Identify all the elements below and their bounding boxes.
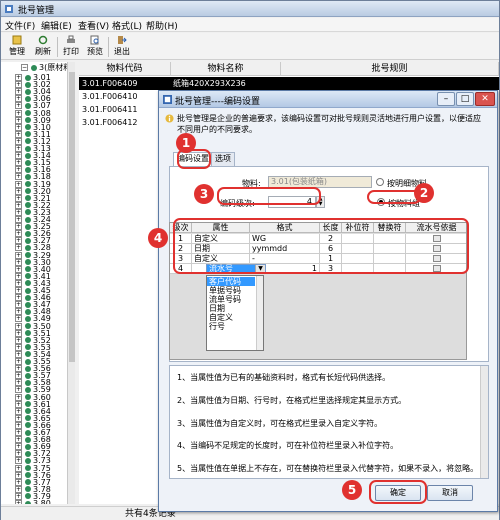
annotation-highlight bbox=[367, 190, 421, 204]
dialog-icon bbox=[163, 95, 172, 104]
collapse-icon[interactable]: − bbox=[21, 64, 28, 71]
dropdown-option[interactable]: 流单号码 bbox=[209, 295, 241, 304]
dropdown-option[interactable]: 单据号码 bbox=[209, 286, 241, 295]
row-code: 3.01.F006411 bbox=[82, 105, 138, 114]
tree-node[interactable]: +3.80 bbox=[15, 499, 51, 504]
attribute-dropdown-list[interactable]: 客户代码 单据号码 流单号码 日期 自定义 行号 bbox=[206, 275, 264, 351]
folder-icon bbox=[31, 64, 37, 71]
row-code: 3.01.F006410 bbox=[82, 92, 138, 101]
exit-icon bbox=[118, 36, 127, 44]
row-name: 纸箱420X293X236 bbox=[173, 79, 246, 88]
info-icon bbox=[165, 114, 174, 123]
note-line: 4、当编码不足规定的长度时，可在补位符栏里录入补位字符。 bbox=[177, 441, 399, 450]
expand-icon[interactable]: + bbox=[15, 500, 22, 504]
col-header-rule[interactable]: 批号规则 bbox=[281, 62, 499, 76]
toolbar-separator bbox=[108, 37, 109, 57]
print-label: 打印 bbox=[63, 47, 79, 56]
manage-button[interactable]: 管理 bbox=[5, 35, 29, 59]
dialog-title: 批号管理----编码设置 bbox=[175, 97, 260, 107]
maximize-button[interactable]: □ bbox=[456, 92, 474, 106]
tree-scroll-thumb[interactable] bbox=[69, 72, 75, 362]
encoding-settings-dialog: 批号管理----编码设置 – □ ✕ 批号管理是企业的普遍要求，该编码设置可对批… bbox=[158, 90, 498, 512]
refresh-icon bbox=[38, 35, 48, 45]
annotation-badge: 4 bbox=[148, 228, 168, 248]
annotation-highlight bbox=[173, 218, 469, 274]
dropdown-option[interactable]: 日期 bbox=[209, 304, 225, 313]
title-bar: 批号管理 bbox=[1, 1, 499, 17]
row-code: 3.01.F006412 bbox=[82, 118, 138, 127]
tree-node-label: 3.80 bbox=[33, 499, 51, 504]
annotation-highlight bbox=[369, 480, 427, 504]
row-code: 3.01.F006409 bbox=[82, 79, 138, 88]
menu-view[interactable]: 查看(V) bbox=[78, 19, 109, 32]
toolbar: 管理 刷新 打印 预览 退出 bbox=[1, 33, 499, 60]
note-line: 3、当属性值为自定义时，可在格式栏里录入自定义字符。 bbox=[177, 419, 383, 428]
tree-scrollbar[interactable] bbox=[67, 62, 75, 504]
radio-by-detail[interactable] bbox=[376, 178, 384, 186]
window-title: 批号管理 bbox=[18, 6, 55, 16]
close-button[interactable]: ✕ bbox=[475, 92, 495, 106]
exit-label: 退出 bbox=[114, 47, 130, 56]
preview-icon bbox=[90, 35, 99, 45]
app-icon bbox=[5, 5, 13, 13]
preview-button[interactable]: 预览 bbox=[83, 35, 107, 59]
tab-options[interactable]: 选项 bbox=[211, 152, 235, 166]
notes-scrollbar[interactable] bbox=[480, 366, 488, 478]
annotation-highlight bbox=[217, 187, 321, 205]
note-line: 2、当属性值为日期、行号时，在格式栏里选择规定其显示方式。 bbox=[177, 396, 407, 405]
dropdown-option[interactable]: 客户代码 bbox=[207, 277, 255, 286]
manage-label: 管理 bbox=[9, 47, 25, 56]
toolbar-separator bbox=[57, 37, 58, 57]
cancel-button[interactable]: 取消 bbox=[427, 485, 473, 501]
note-line: 1、当属性值为已有的基础资料时，格式有长短代码供选择。 bbox=[177, 373, 391, 382]
manage-icon bbox=[12, 35, 22, 45]
print-icon bbox=[67, 35, 75, 43]
annotation-badge: 3 bbox=[194, 184, 214, 204]
folder-icon bbox=[25, 500, 31, 504]
minimize-button[interactable]: – bbox=[437, 92, 455, 106]
table-row[interactable]: 3.01.F006409 纸箱420X293X236 bbox=[79, 77, 499, 90]
menu-bar: 文件(F) 编辑(E) 查看(V) 格式(L) 帮助(H) bbox=[1, 18, 499, 32]
dialog-title-bar[interactable]: 批号管理----编码设置 – □ ✕ bbox=[159, 91, 497, 108]
annotation-badge: 5 bbox=[342, 480, 362, 500]
annotation-badge: 1 bbox=[176, 133, 196, 153]
dropdown-option[interactable]: 自定义 bbox=[209, 313, 233, 322]
refresh-button[interactable]: 刷新 bbox=[31, 35, 55, 59]
print-button[interactable]: 打印 bbox=[59, 35, 83, 59]
description-text: 批号管理是企业的普遍要求，该编码设置可对批号规则灵活地进行用户设置，以便适应不同… bbox=[177, 114, 481, 134]
preview-label: 预览 bbox=[87, 47, 103, 56]
menu-file[interactable]: 文件(F) bbox=[5, 19, 35, 32]
exit-button[interactable]: 退出 bbox=[110, 35, 134, 59]
help-notes: 1、当属性值为已有的基础资料时，格式有长短代码供选择。 2、当属性值为日期、行号… bbox=[169, 365, 489, 479]
menu-help[interactable]: 帮助(H) bbox=[146, 19, 178, 32]
refresh-label: 刷新 bbox=[35, 47, 51, 56]
menu-edit[interactable]: 编辑(E) bbox=[41, 19, 72, 32]
dropdown-option[interactable]: 行号 bbox=[209, 322, 225, 331]
menu-format[interactable]: 格式(L) bbox=[112, 19, 142, 32]
note-line: 5、当属性值在单据上不存在，可在替换符栏里录入代替字符，如果不录入，将忽略。 bbox=[177, 464, 479, 473]
annotation-badge: 2 bbox=[414, 183, 434, 203]
material-tree[interactable]: −3(原材料 +3.01 +3.02 +3.04 +3.06 +3.07 +3.08 +3.… bbox=[1, 62, 75, 504]
col-header-code[interactable]: 物料代码 bbox=[79, 62, 171, 76]
tree-root[interactable]: −3(原材料 bbox=[21, 63, 71, 72]
dropdown-scrollbar[interactable] bbox=[256, 276, 263, 350]
col-header-name[interactable]: 物料名称 bbox=[171, 62, 281, 76]
